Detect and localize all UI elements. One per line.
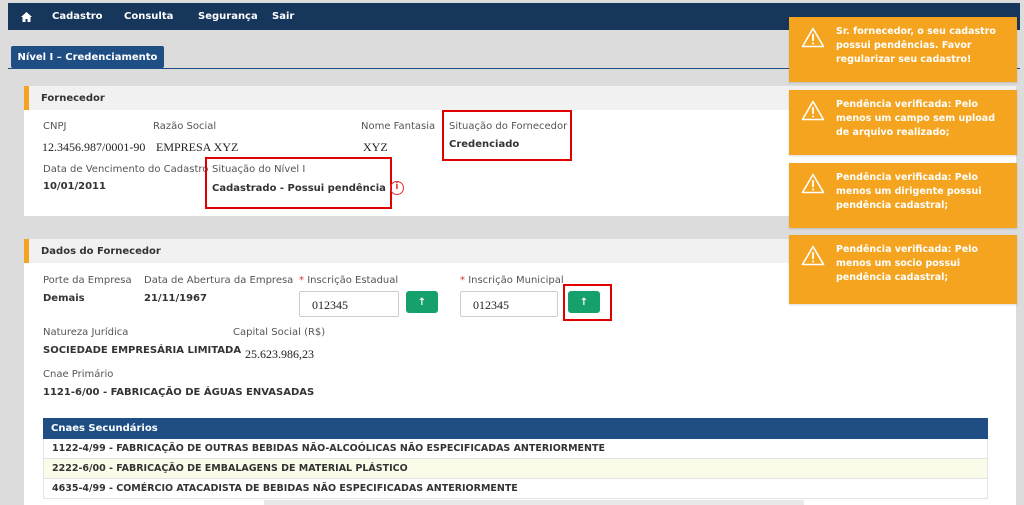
info-icon[interactable]: i [389,181,404,195]
nav-cadastro[interactable]: Cadastro [52,11,103,22]
table-row: 1122-4/99 - FABRICAÇÃO DE OUTRAS BEBIDAS… [43,439,988,459]
nome-fantasia-value: XYZ [363,140,388,154]
home-icon[interactable] [8,3,44,30]
inscricao-municipal-label: * Inscrição Municipal [460,275,564,286]
toast-message: Pendência verificada: Pelo menos um camp… [836,99,995,138]
natureza-value: SOCIEDADE EMPRESÁRIA LIMITADA [43,345,242,356]
inscricao-estadual-label-text: Inscrição Estadual [307,275,399,286]
table-row: 2222-6/00 - FABRICAÇÃO DE EMBALAGENS DE … [43,459,988,479]
situacao-nivel-label: Situação do Nível I [212,164,306,175]
situacao-fornecedor-value: Credenciado [449,139,520,150]
nome-fantasia-label: Nome Fantasia [361,121,436,132]
situacao-fornecedor-highlight [442,110,572,161]
toast-message: Pendência verificada: Pelo menos um soci… [836,244,978,283]
warning-toast[interactable]: Pendência verificada: Pelo menos um diri… [789,163,1017,228]
razao-social-label: Razão Social [153,121,217,132]
cnpj-value: 12.3456.987/0001-90 [42,140,146,154]
upload-im-button[interactable]: ↑ [568,291,600,313]
required-mark: * [460,275,465,286]
nav-consulta[interactable]: Consulta [124,11,173,22]
inscricao-estadual-input[interactable]: 012345 [299,291,399,317]
situacao-nivel-text: Cadastrado - Possui pendência [212,183,386,194]
situacao-nivel-value: Cadastrado - Possui pendência i [212,181,404,195]
abertura-label: Data de Abertura da Empresa [144,275,294,286]
inscricao-municipal-input[interactable]: 012345 [460,291,558,317]
warning-toast[interactable]: Pendência verificada: Pelo menos um soci… [789,235,1017,304]
warning-icon [801,27,825,53]
warning-icon [801,245,825,271]
cnaes-secundarios-table: Cnaes Secundários 1122-4/99 - FABRICAÇÃO… [43,418,988,499]
natureza-label: Natureza Jurídica [43,327,129,338]
warning-icon [801,173,825,199]
warning-toast[interactable]: Sr. fornecedor, o seu cadastro possui pe… [789,17,1017,82]
situacao-fornecedor-label: Situação do Fornecedor [449,121,568,132]
cnpj-label: CNPJ [43,121,67,132]
warning-toast[interactable]: Pendência verificada: Pelo menos um camp… [789,90,1017,155]
capital-value: 25.623.986,23 [245,347,314,361]
cnaes-secundarios-header: Cnaes Secundários [43,418,988,439]
tab-nivel-credenciamento[interactable]: Nível I – Credenciamento [11,46,164,68]
razao-social-value: EMPRESA XYZ [156,140,239,154]
inscricao-municipal-label-text: Inscrição Municipal [468,275,564,286]
vencimento-label: Data de Vencimento do Cadastro [43,164,209,175]
porte-label: Porte da Empresa [43,275,132,286]
nav-seguranca[interactable]: Segurança [198,11,258,22]
abertura-value: 21/11/1967 [144,293,207,304]
inscricao-estadual-label: * Inscrição Estadual [299,275,398,286]
cnae-primario-value: 1121-6/00 - FABRICAÇÃO DE ÁGUAS ENVASADA… [43,387,315,398]
table-row: 4635-4/99 - COMÉRCIO ATACADISTA DE BEBID… [43,479,988,499]
porte-value: Demais [43,293,85,304]
vencimento-value: 10/01/2011 [43,181,106,192]
upload-ie-button[interactable]: ↑ [406,291,438,313]
toast-message: Sr. fornecedor, o seu cadastro possui pe… [836,26,996,65]
cnae-primario-label: Cnae Primário [43,369,114,380]
horizontal-scrollbar[interactable] [264,500,804,505]
required-mark: * [299,275,304,286]
warning-icon [801,100,825,126]
nav-sair[interactable]: Sair [272,11,294,22]
toast-message: Pendência verificada: Pelo menos um diri… [836,172,982,211]
capital-label: Capital Social (R$) [233,327,326,338]
